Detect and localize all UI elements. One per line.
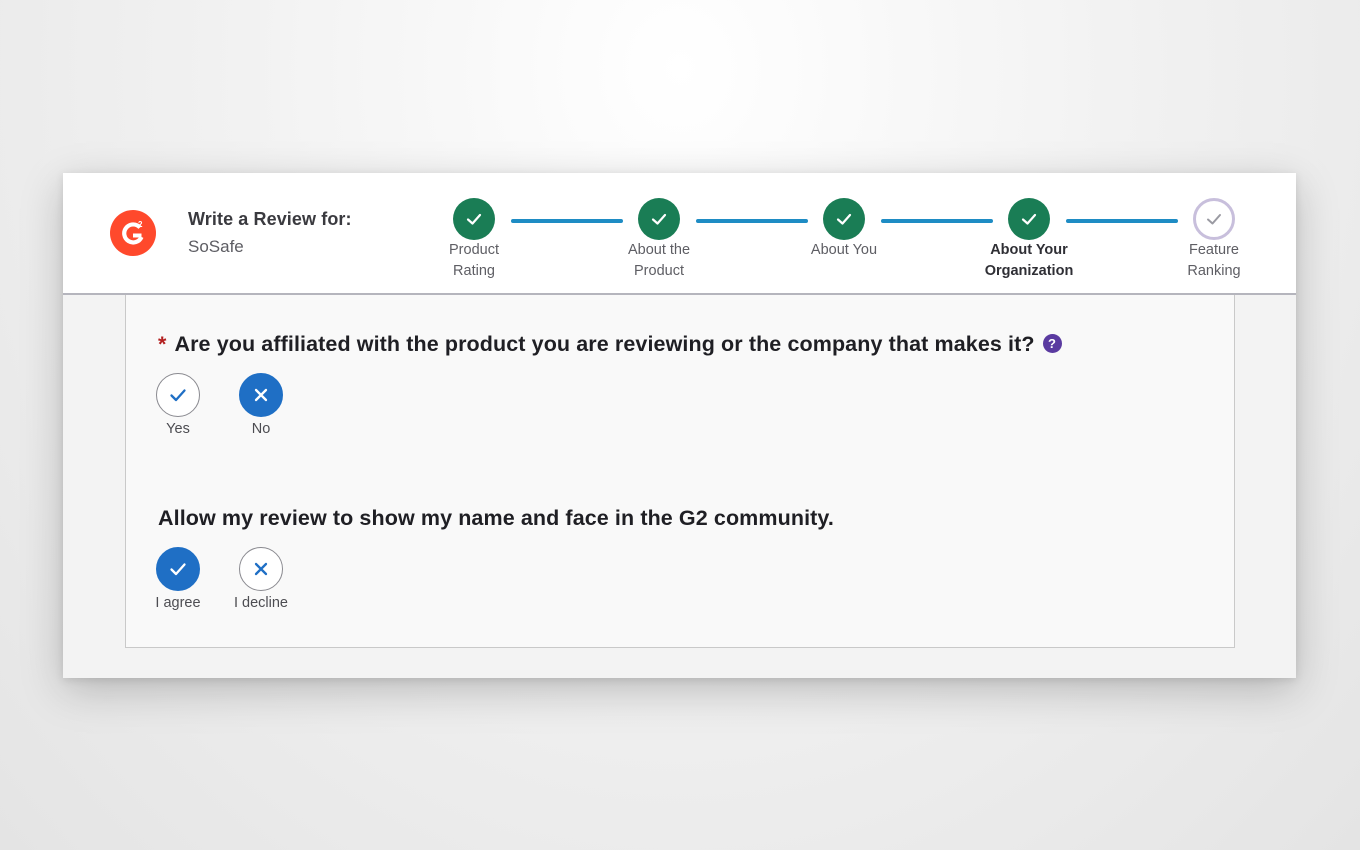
help-icon[interactable]: ? (1042, 333, 1062, 353)
step-connector (1066, 219, 1178, 223)
step-label-feature-ranking: Feature Ranking (1187, 242, 1241, 279)
review-title-block: Write a Review for: SoSafe (188, 209, 352, 257)
svg-text:2: 2 (138, 220, 143, 229)
check-icon (1207, 214, 1221, 225)
review-card: 2 Write a Review for: SoSafe Product Rati… (63, 173, 1296, 678)
step-label-about-you: About You (810, 242, 878, 258)
check-icon (170, 563, 186, 576)
step-feature-ranking[interactable] (1193, 198, 1235, 240)
affiliation-no-button[interactable] (239, 373, 283, 417)
review-header: 2 Write a Review for: SoSafe Product Rati… (63, 173, 1296, 295)
g2-logo: 2 (110, 210, 156, 256)
affiliation-no-label: No (251, 421, 271, 437)
step-label-product-rating: Product Rating (449, 242, 499, 279)
check-icon (170, 389, 186, 402)
identity-decline-button[interactable] (239, 547, 283, 591)
step-product-rating[interactable] (453, 198, 495, 240)
identity-agree-label: I agree (155, 595, 201, 611)
step-connector (511, 219, 623, 223)
form-panel: * Are you affiliated with the product you… (125, 295, 1235, 648)
check-icon (1021, 213, 1037, 225)
step-about-product[interactable] (638, 198, 680, 240)
check-icon (836, 213, 852, 225)
check-icon (651, 213, 667, 225)
identity-agree-button[interactable] (156, 547, 200, 591)
product-name: SoSafe (188, 237, 244, 256)
step-label-about-organization: About Your Organization (984, 242, 1074, 279)
page-title: Write a Review for: (188, 209, 352, 229)
identity-question-text: Allow my review to show my name and face… (158, 506, 834, 530)
step-about-you[interactable] (823, 198, 865, 240)
identity-decline-label: I decline (233, 595, 288, 611)
step-label-about-product: About the Product (627, 242, 691, 279)
g2-logo-icon: 2 (122, 220, 144, 245)
step-connector (881, 219, 993, 223)
x-icon (254, 562, 268, 576)
affiliation-question: * Are you affiliated with the product you… (158, 332, 1062, 357)
required-marker: * (158, 332, 167, 356)
affiliation-yes-label: Yes (166, 421, 190, 437)
identity-question: Allow my review to show my name and face… (158, 506, 834, 531)
affiliation-question-text: Are you affiliated with the product you … (174, 332, 1035, 356)
affiliation-yes-button[interactable] (156, 373, 200, 417)
check-icon (466, 213, 482, 225)
step-connector (696, 219, 808, 223)
x-icon (254, 388, 268, 402)
step-about-organization[interactable] (1008, 198, 1050, 240)
